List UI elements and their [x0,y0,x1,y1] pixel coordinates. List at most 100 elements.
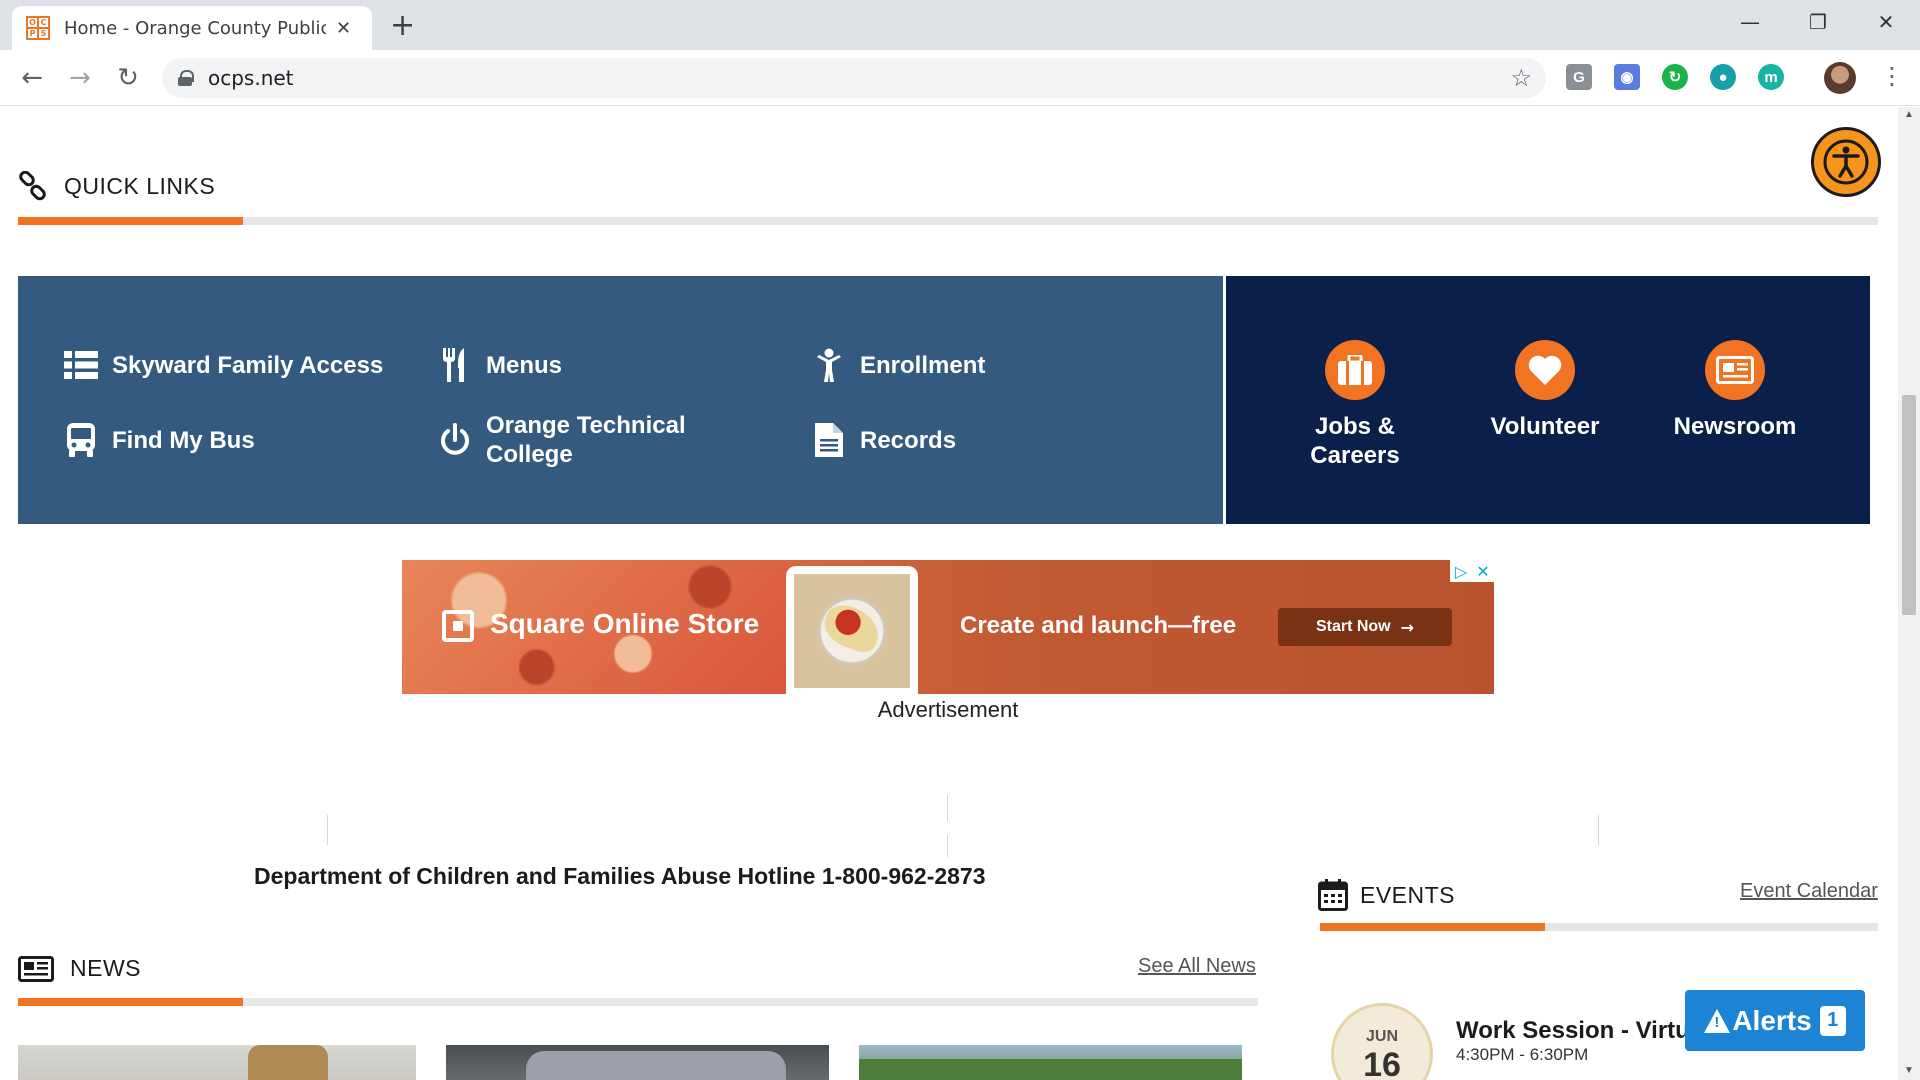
alerts-count-badge: 1 [1819,1005,1846,1036]
new-tab-button[interactable]: + [390,8,415,43]
minimize-button[interactable]: — [1716,0,1784,44]
ad-brand: Square Online Store [490,608,760,639]
warning-icon [1704,1008,1731,1033]
forward-button[interactable]: → [62,60,98,96]
newspaper-icon [1705,340,1765,400]
grammarly-icon[interactable]: G [1566,64,1592,90]
tab-close-icon[interactable]: ✕ [336,18,351,39]
event-title[interactable]: Work Session - Virtual [1456,1017,1710,1045]
ad-start-now-button[interactable]: Start Now → [1278,608,1452,646]
favicon-letter: P [28,28,37,38]
news-title: NEWS [70,955,141,981]
quick-link-find-my-bus[interactable]: Find My Bus [64,423,255,457]
events-rule-accent [1320,923,1545,931]
news-thumbnail-figure [526,1051,786,1080]
quick-links-rule [18,217,1878,225]
quick-link-label: Menus [486,351,563,379]
quick-link-records[interactable]: Records [812,423,956,457]
news-thumbnail-figure [248,1045,328,1080]
featured-label: Volunteer [1490,413,1600,440]
power-icon [438,423,472,457]
briefcase-icon [1325,340,1385,400]
featured-links-panel: Jobs & Careers Volunteer Newsroom [1226,276,1870,524]
page-content: QUICK LINKS Skyward Family Access Menus [0,107,1898,1080]
ad-tagline: Create and launch—free [960,612,1237,639]
see-all-news-link[interactable]: See All News [1138,955,1256,978]
event-date-badge: JUN 16 [1331,1003,1433,1080]
ad-close-icon[interactable]: ✕ [1472,560,1494,582]
favicon-letter: C [39,17,48,27]
featured-newsroom[interactable]: Newsroom [1650,340,1820,441]
news-header: NEWS [18,955,141,982]
events-header: EVENTS [1318,879,1455,911]
ad-choices-icon[interactable]: ▷ [1450,560,1472,582]
list-icon [64,348,98,382]
browser-tab[interactable]: O C P S Home - Orange County Public Scho… [12,6,372,50]
m-icon[interactable]: m [1758,64,1784,90]
menu-kebab-icon[interactable]: ⋮ [1880,62,1904,90]
advertisement-banner[interactable]: Square Online Store Create and launch—fr… [402,560,1494,694]
scrollbar-thumb[interactable] [1902,395,1916,615]
scroll-down-arrow-icon[interactable]: ▼ [1904,1065,1914,1076]
divider [947,795,948,821]
blocker-icon[interactable]: ● [1710,64,1736,90]
event-time: 4:30PM - 6:30PM [1456,1045,1589,1064]
abuse-hotline: Department of Children and Families Abus… [254,863,986,889]
event-day: 16 [1363,1046,1401,1080]
page-scrollbar[interactable]: ▲ ▼ [1898,107,1920,1080]
address-bar[interactable]: ocps.net ☆ [162,58,1546,98]
utensils-icon [438,348,472,382]
ad-pizza-photo [794,574,910,688]
quick-link-label: Enrollment [860,351,986,379]
ad-cta-label: Start Now [1315,618,1391,635]
back-button[interactable]: ← [14,60,50,96]
news-thumbnail-trees [859,1059,1242,1080]
news-rule [18,998,1258,1006]
scroll-up-arrow-icon[interactable]: ▲ [1904,109,1914,120]
heart-icon [1515,340,1575,400]
featured-jobs-careers[interactable]: Jobs & Careers [1270,340,1440,470]
close-window-button[interactable]: ✕ [1852,0,1920,44]
square-logo-icon [442,610,474,642]
arrow-right-icon: → [1400,617,1415,637]
quick-link-enrollment[interactable]: Enrollment [812,348,985,382]
news-rule-accent [18,998,243,1006]
ad-caption: Advertisement [877,697,1019,722]
quick-links-header: QUICK LINKS [18,171,215,201]
camera-icon[interactable]: ◉ [1614,64,1640,90]
news-thumbnail[interactable] [18,1045,416,1080]
tab-title: Home - Orange County Public Schools [64,17,326,39]
accessibility-icon [1823,139,1869,185]
event-calendar-link[interactable]: Event Calendar [1740,880,1878,903]
profile-avatar[interactable] [1824,62,1856,94]
bus-icon [64,423,98,457]
favicon-letter: S [39,28,48,38]
accessibility-button[interactable] [1811,127,1881,197]
event-month: JUN [1365,1028,1398,1045]
restore-button[interactable]: ❐ [1784,0,1852,44]
divider [947,835,948,857]
news-thumbnail[interactable] [859,1045,1242,1080]
featured-volunteer[interactable]: Volunteer [1460,340,1630,441]
newspaper-icon [18,955,54,982]
divider [1598,815,1599,845]
reload-button[interactable]: ↻ [110,60,146,96]
events-title: EVENTS [1360,881,1456,908]
browser-tabstrip: O C P S Home - Orange County Public Scho… [0,0,1920,50]
quick-link-menus[interactable]: Menus [438,348,562,382]
alerts-button[interactable]: Alerts 1 [1685,990,1865,1051]
divider [327,815,328,845]
quick-links-title: QUICK LINKS [64,172,216,199]
document-icon [812,423,846,457]
quick-link-skyward[interactable]: Skyward Family Access [64,348,383,382]
quick-link-orange-technical-college[interactable]: Orange Technical College [438,411,686,469]
ocps-favicon-icon: O C P S [26,16,50,40]
sync-icon[interactable]: ↻ [1662,64,1688,90]
window-controls: — ❐ ✕ [1716,0,1920,44]
featured-label: Jobs & Careers [1310,413,1400,469]
quick-links-panel: Skyward Family Access Menus Enrollment F… [18,276,1223,524]
news-thumbnail[interactable] [446,1045,829,1080]
quick-link-label: Find My Bus [112,426,255,454]
bookmark-star-icon[interactable]: ☆ [1510,64,1532,93]
quick-link-label: Skyward Family Access [112,351,384,379]
